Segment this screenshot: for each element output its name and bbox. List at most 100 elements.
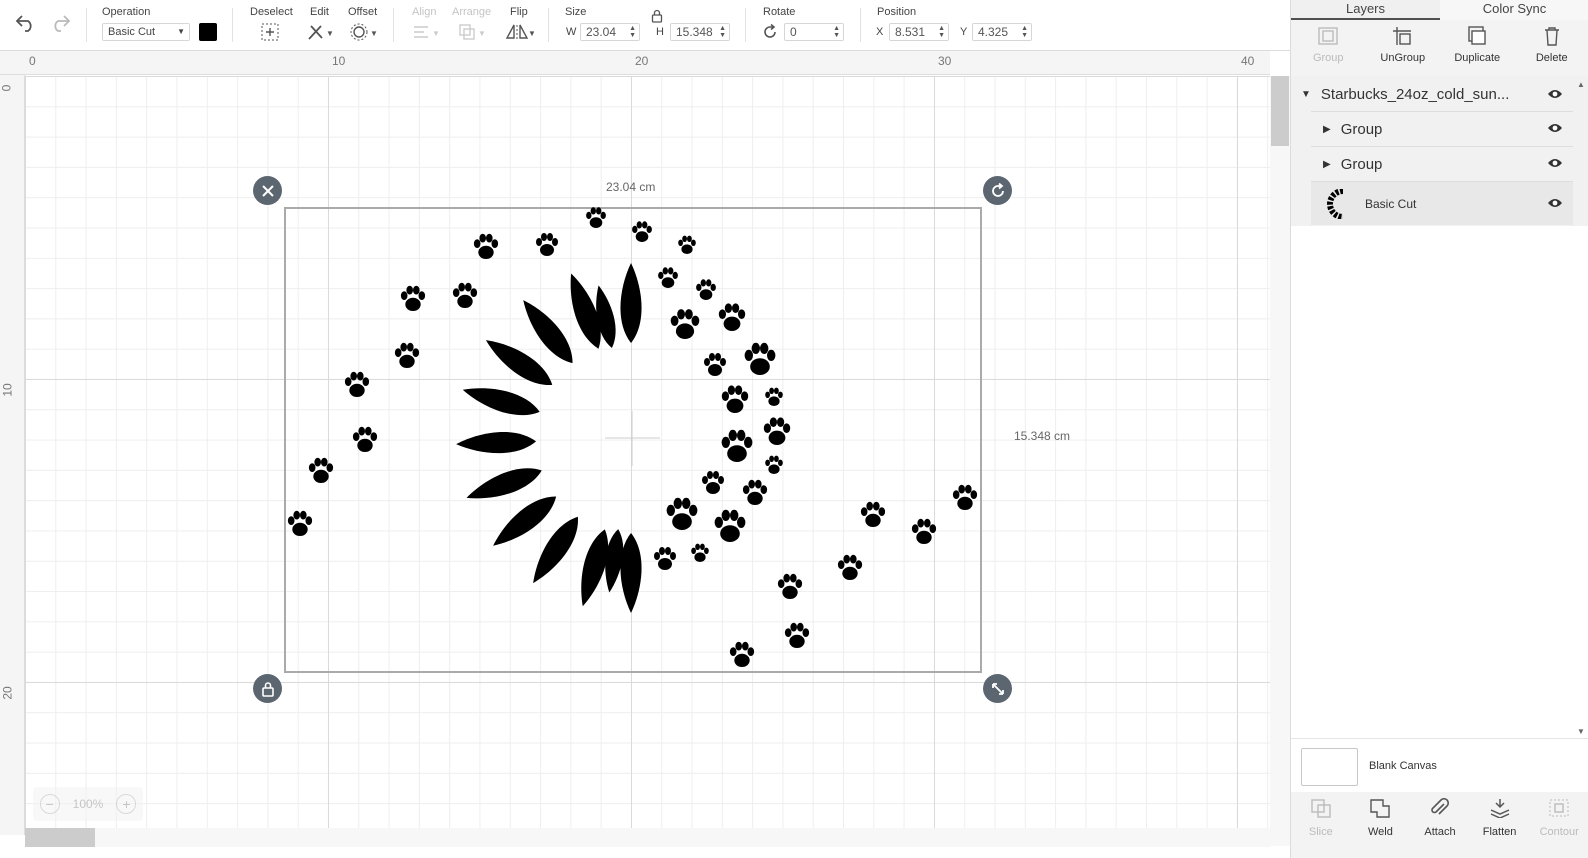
arrange-icon: ▼ (456, 21, 486, 43)
ruler-tick-label: 10 (0, 383, 15, 397)
blank-canvas-label: Blank Canvas (1369, 760, 1437, 772)
ungroup-button[interactable]: UnGroup (1366, 20, 1441, 76)
contour-button[interactable]: Contour (1529, 792, 1588, 858)
delete-button[interactable]: Delete (1515, 20, 1588, 76)
rotate-label: Rotate (763, 6, 796, 18)
duplicate-label: Duplicate (1454, 52, 1501, 64)
layer-row-basic-cut[interactable]: Basic Cut (1311, 181, 1573, 225)
delete-handle-icon[interactable] (253, 176, 282, 205)
ungroup-label: UnGroup (1380, 52, 1426, 64)
group-icon (1318, 27, 1338, 45)
layer-item-name: Basic Cut (1365, 196, 1417, 211)
lock-handle-icon[interactable] (253, 674, 282, 703)
lock-icon[interactable] (650, 8, 664, 24)
tab-color-sync[interactable]: Color Sync (1440, 0, 1588, 20)
blank-canvas-row[interactable]: Blank Canvas (1291, 738, 1588, 792)
eye-icon[interactable] (1547, 155, 1563, 173)
deselect-label: Deselect (250, 6, 293, 18)
paperclip-icon (1431, 798, 1450, 815)
scroll-up-icon[interactable]: ▲ (1577, 80, 1585, 89)
slice-label: Slice (1308, 826, 1333, 838)
eye-icon[interactable] (1547, 86, 1563, 104)
rotate-input[interactable]: 0 ▲ ▼ (784, 23, 844, 41)
ruler-tick-label: 0 (0, 84, 14, 92)
svg-text:▼: ▼ (326, 29, 334, 38)
zoom-in-icon[interactable]: + (116, 794, 137, 814)
weld-button[interactable]: Weld (1351, 792, 1411, 858)
operation-select[interactable]: Basic Cut ▼ (102, 23, 190, 41)
height-value: 15.348 (676, 25, 713, 39)
svg-text:▼: ▼ (478, 29, 485, 38)
ruler-tick-label: 20 (635, 54, 649, 68)
stepper-icon[interactable]: ▲ ▼ (1021, 25, 1028, 39)
vertical-scrollbar[interactable] (1270, 76, 1290, 846)
layer-group-name: Group (1340, 155, 1383, 173)
layer-group-name: Group (1340, 120, 1383, 138)
height-axis-label: H (656, 26, 664, 38)
duplicate-button[interactable]: Duplicate (1440, 20, 1515, 76)
scroll-down-icon[interactable]: ▼ (1577, 727, 1585, 736)
stepper-icon[interactable]: ▲ ▼ (629, 25, 636, 39)
chevron-down-icon[interactable]: ▼ (1301, 89, 1311, 100)
ruler-tick-label: 30 (938, 54, 952, 68)
width-input[interactable]: 23.04 ▲ ▼ (580, 23, 640, 41)
scrollbar-thumb[interactable] (25, 828, 95, 847)
operation-value: Basic Cut (108, 26, 156, 38)
layer-root-name: Starbucks_24oz_cold_sun... (1320, 86, 1510, 103)
panel-tabs: Layers Color Sync (1291, 0, 1588, 20)
position-x-input[interactable]: 8.531 ▲ ▼ (889, 23, 949, 41)
offset-label: Offset (348, 6, 378, 18)
flatten-button[interactable]: Flatten (1470, 792, 1530, 858)
slice-button[interactable]: Slice (1291, 792, 1351, 858)
sunflower-paw-design[interactable] (25, 76, 1270, 828)
operation-color-swatch[interactable] (199, 23, 217, 41)
bottom-tools: Slice Weld Attach Flatten Contour (1291, 792, 1588, 858)
slice-icon (1311, 799, 1331, 818)
chevron-right-icon[interactable]: ▶ (1323, 124, 1331, 135)
undo-icon[interactable] (14, 12, 38, 34)
group-label: Group (1312, 52, 1344, 64)
rotate-handle-icon[interactable] (983, 176, 1012, 205)
eye-icon[interactable] (1547, 120, 1563, 138)
ruler-tick-label: 20 (0, 686, 15, 700)
horizontal-scrollbar[interactable] (25, 828, 1270, 847)
arrange-label: Arrange (452, 6, 492, 18)
blank-canvas-swatch[interactable] (1301, 748, 1358, 786)
scrollbar-thumb[interactable] (1271, 76, 1289, 146)
stepper-icon[interactable]: ▲ ▼ (719, 25, 726, 39)
layer-row-group[interactable]: ▶ Group (1311, 146, 1573, 181)
chevron-right-icon[interactable]: ▶ (1323, 159, 1331, 170)
contour-icon (1549, 799, 1569, 817)
layer-row-root[interactable]: ▼ Starbucks_24oz_cold_sun... (1291, 78, 1573, 111)
stepper-icon[interactable]: ▲ ▼ (833, 25, 840, 39)
edit-icon[interactable]: ▼ (305, 21, 335, 43)
redo-icon[interactable] (48, 12, 72, 34)
design-canvas[interactable]: 23.04 cm 15.348 cm − 100% + (25, 76, 1270, 828)
attach-button[interactable]: Attach (1410, 792, 1470, 858)
ungroup-icon (1392, 27, 1411, 45)
ruler-left: 0 10 20 (0, 75, 25, 835)
ruler-tick-label: 40 (1241, 54, 1255, 68)
group-button[interactable]: Group (1291, 20, 1366, 76)
layers-panel: Layers Color Sync Group UnGroup Duplicat… (1290, 0, 1588, 858)
panel-scrollbar[interactable]: ▲ ▼ (1575, 80, 1587, 736)
height-input[interactable]: 15.348 ▲ ▼ (670, 23, 730, 41)
position-y-value: 4.325 (978, 25, 1009, 39)
layers-list: ▼ Starbucks_24oz_cold_sun... ▶ Group ▶ G… (1291, 76, 1588, 226)
ruler-tick-label: 10 (332, 54, 346, 68)
layer-tools: Group UnGroup Duplicate Delete (1291, 20, 1588, 76)
stepper-icon[interactable]: ▲ ▼ (938, 25, 945, 39)
position-y-input[interactable]: 4.325 ▲ ▼ (972, 23, 1032, 41)
width-value: 23.04 (586, 25, 617, 39)
weld-icon (1370, 799, 1391, 818)
offset-icon[interactable]: ▼ (348, 21, 378, 43)
layer-row-group[interactable]: ▶ Group (1311, 111, 1573, 146)
flip-icon[interactable]: ▼ (503, 21, 535, 43)
resize-handle-icon[interactable] (983, 674, 1012, 703)
tab-layers[interactable]: Layers (1291, 0, 1440, 20)
zoom-control: − 100% + (33, 787, 143, 821)
zoom-out-icon[interactable]: − (39, 794, 60, 814)
eye-icon[interactable] (1547, 195, 1563, 213)
edit-label: Edit (310, 6, 329, 18)
deselect-icon[interactable] (258, 21, 282, 43)
